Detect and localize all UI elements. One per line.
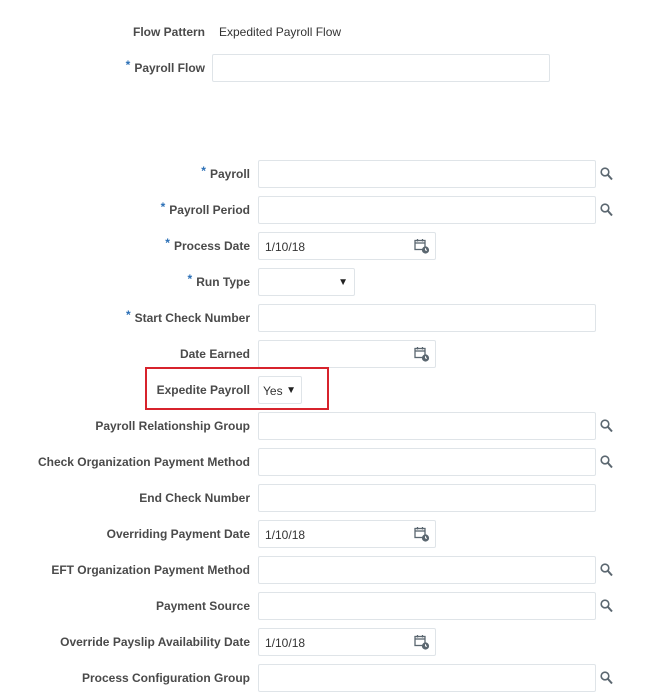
required-marker: * [125, 308, 131, 322]
search-icon[interactable] [600, 671, 613, 685]
payroll-flow-input[interactable] [212, 54, 550, 82]
process-date-label: * Process Date [165, 236, 250, 253]
run-type-label: * Run Type [187, 272, 250, 289]
flow-pattern-label: Flow Pattern [132, 25, 205, 39]
override-payslip-availability-date-input[interactable]: 1/10/18 [258, 628, 436, 656]
expedite-payroll-select[interactable]: Yes ▼ [258, 376, 302, 404]
eft-org-payment-method-input[interactable] [258, 556, 596, 584]
flow-pattern-value: Expedited Payroll Flow [219, 25, 342, 39]
start-check-number-label: * Start Check Number [125, 308, 250, 325]
search-icon[interactable] [600, 167, 613, 181]
calendar-icon[interactable] [414, 346, 430, 362]
end-check-number-label: End Check Number [139, 491, 250, 505]
process-date-input[interactable]: 1/10/18 [258, 232, 436, 260]
chevron-down-icon: ▼ [338, 277, 348, 288]
end-check-number-input[interactable] [258, 484, 596, 512]
required-marker: * [125, 58, 131, 72]
override-payslip-availability-date-label: Override Payslip Availability Date [60, 635, 250, 649]
date-earned-label: Date Earned [179, 347, 250, 361]
payment-source-input[interactable] [258, 592, 596, 620]
required-marker: * [160, 200, 166, 214]
process-configuration-group-label: Process Configuration Group [81, 671, 250, 685]
payroll-flow-label: * Payroll Flow [125, 58, 205, 75]
date-earned-input[interactable] [258, 340, 436, 368]
required-marker: * [201, 164, 206, 178]
start-check-number-input[interactable] [258, 304, 596, 332]
payroll-input[interactable] [258, 160, 596, 188]
payment-source-label: Payment Source [155, 599, 250, 613]
expedite-payroll-label: Expedite Payroll [156, 383, 250, 397]
overriding-payment-date-input[interactable]: 1/10/18 [258, 520, 436, 548]
search-icon[interactable] [600, 419, 613, 433]
payroll-label: * Payroll [201, 164, 250, 181]
payroll-relationship-group-input[interactable] [258, 412, 596, 440]
overriding-payment-date-value: 1/10/18 [265, 528, 306, 542]
payroll-relationship-group-label: Payroll Relationship Group [95, 419, 250, 433]
calendar-icon[interactable] [414, 526, 430, 542]
calendar-icon[interactable] [414, 238, 430, 254]
required-marker: * [165, 236, 170, 250]
search-icon[interactable] [600, 563, 613, 577]
run-type-select[interactable]: ▼ [258, 268, 355, 296]
check-org-payment-method-input[interactable] [258, 448, 596, 476]
eft-org-payment-method-label: EFT Organization Payment Method [51, 563, 250, 577]
chevron-down-icon: ▼ [286, 385, 296, 396]
override-payslip-availability-date-value: 1/10/18 [265, 636, 306, 650]
calendar-icon[interactable] [414, 634, 430, 650]
search-icon[interactable] [600, 455, 613, 469]
search-icon[interactable] [600, 599, 613, 613]
check-org-payment-method-label: Check Organization Payment Method [37, 455, 250, 469]
required-marker: * [187, 272, 193, 286]
search-icon[interactable] [600, 203, 613, 217]
expedite-payroll-value: Yes [263, 384, 283, 398]
overriding-payment-date-label: Overriding Payment Date [106, 527, 250, 541]
payroll-period-label: * Payroll Period [160, 200, 250, 217]
payroll-period-input[interactable] [258, 196, 596, 224]
process-configuration-group-input[interactable] [258, 664, 596, 692]
process-date-value: 1/10/18 [265, 240, 306, 254]
